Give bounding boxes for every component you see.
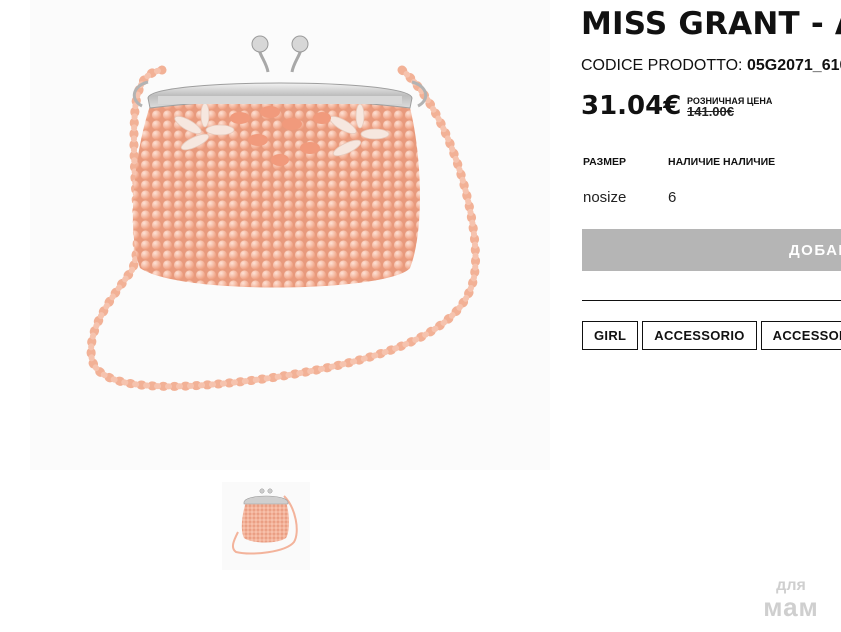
product-title: MISS GRANT - ACCESSORIO bbox=[581, 6, 841, 42]
size-value[interactable]: nosize bbox=[583, 189, 626, 206]
product-gallery bbox=[30, 0, 550, 470]
size-header: РАЗМЕР bbox=[583, 156, 626, 168]
old-price: 141.00€ bbox=[687, 104, 734, 119]
watermark-logo: для мам bbox=[754, 578, 828, 622]
thumbnail-image bbox=[231, 488, 298, 555]
product-thumbnail[interactable] bbox=[222, 482, 310, 570]
availability-header: НАЛИЧИЕ НАЛИЧИЕ bbox=[668, 156, 776, 168]
product-code: CODICE PRODOTTO: 05G2071_6100 bbox=[581, 57, 841, 75]
tag-girl[interactable]: GIRL bbox=[582, 321, 639, 350]
tag-accessorio[interactable]: ACCESSORIO bbox=[642, 321, 757, 350]
watermark-bottom: мам bbox=[763, 592, 819, 622]
product-code-value: 05G2071_6100 bbox=[746, 57, 841, 74]
product-price: 31.04€ bbox=[581, 91, 682, 121]
tag-list: GIRLACCESSORIOACCESSORI bbox=[582, 321, 841, 350]
product-code-label: CODICE PRODOTTO: bbox=[581, 57, 743, 74]
divider bbox=[582, 300, 841, 301]
availability-value: 6 bbox=[668, 189, 677, 206]
tag-accessori[interactable]: ACCESSORI bbox=[760, 321, 841, 350]
add-to-cart-button[interactable]: ДОБАВИТЬ bbox=[582, 229, 841, 271]
product-main-image[interactable] bbox=[30, 0, 550, 470]
product-info: MISS GRANT - ACCESSORIO CODICE PRODOTTO:… bbox=[581, 0, 841, 632]
